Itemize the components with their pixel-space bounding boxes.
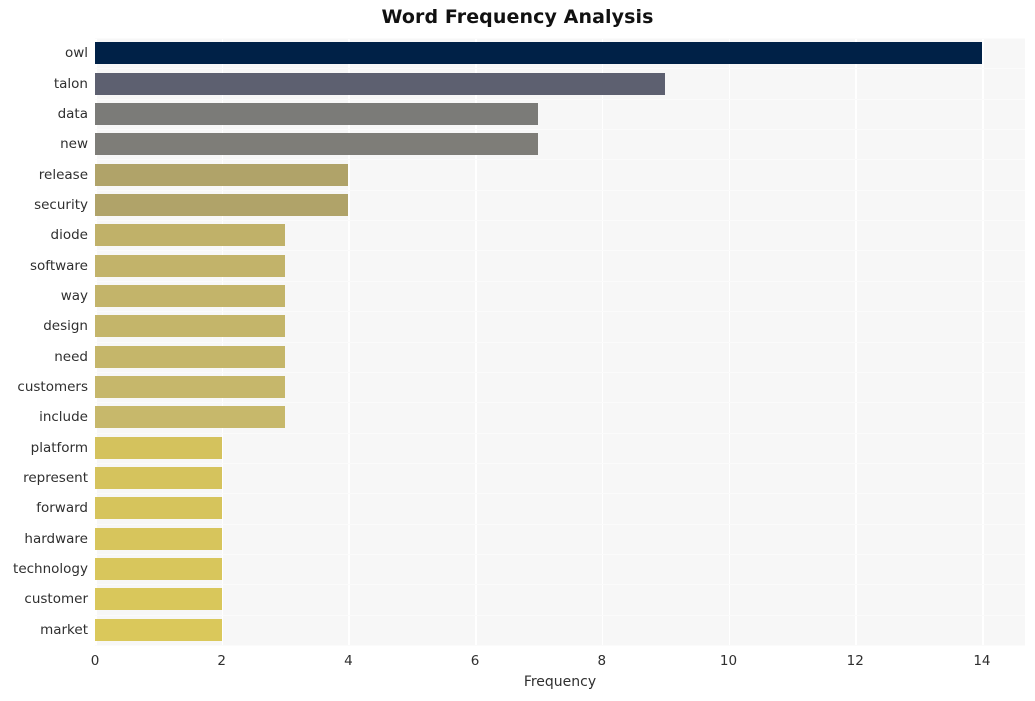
y-axis-tick-label: software [30, 257, 88, 274]
x-axis-tick-labels: 0 2 4 6 8 10 12 14 [91, 645, 1025, 675]
y-axis-tick-label: need [54, 348, 88, 365]
y-axis-tick-label: security [34, 196, 88, 213]
y-axis-tick-label: diode [50, 227, 88, 244]
bar [95, 254, 286, 277]
y-axis-tick-label: way [60, 287, 88, 304]
bar [95, 102, 539, 125]
chart-title: Word Frequency Analysis [381, 6, 654, 28]
x-axis-tick-label: 2 [217, 653, 226, 669]
y-axis-tick-label: owl [64, 45, 88, 62]
bar [95, 497, 222, 520]
x-axis-tick-label: 12 [846, 653, 864, 669]
bar [95, 436, 222, 459]
y-axis-tick-label: technology [13, 561, 88, 578]
y-axis-tick-label: customer [24, 591, 88, 608]
y-axis-tick-labels: owl talon data new release security diode softw… [0, 38, 88, 645]
y-axis-tick-label: hardware [24, 530, 88, 547]
y-axis-tick-label: forward [36, 500, 88, 517]
bar [95, 406, 286, 429]
x-axis-title: Frequency [523, 674, 597, 690]
x-axis-tick-label: 8 [597, 653, 607, 669]
y-axis-tick-label: customers [17, 379, 88, 396]
bar [95, 588, 222, 611]
y-axis-tick-label: platform [30, 439, 88, 456]
x-axis-tick-label: 6 [470, 653, 480, 669]
bar [95, 345, 286, 368]
x-axis-tick-label: 14 [973, 653, 991, 669]
y-axis-tick-label: new [60, 136, 88, 153]
x-axis-tick-label: 10 [719, 653, 738, 669]
bar [95, 193, 349, 216]
y-axis-tick-label: represent [23, 470, 88, 487]
bar [95, 315, 286, 338]
y-axis-tick-label: market [40, 621, 88, 638]
bar [95, 618, 222, 641]
bar [95, 133, 539, 156]
bar [95, 527, 222, 550]
bar [95, 376, 286, 399]
y-axis-tick-label: release [38, 166, 88, 183]
x-axis-tick-label: 4 [344, 653, 353, 669]
bar [95, 558, 222, 581]
bar [95, 163, 349, 186]
bar [95, 72, 666, 95]
x-axis-tick-label: 0 [90, 653, 100, 669]
bar [95, 42, 982, 65]
plot-area [95, 38, 1025, 646]
y-axis-tick-label: talon [53, 75, 88, 92]
bar [95, 467, 222, 490]
bar [95, 284, 286, 307]
bars-container [95, 38, 1025, 645]
y-axis-tick-label: data [57, 105, 88, 122]
bar [95, 224, 286, 247]
y-axis-tick-label: include [39, 409, 88, 426]
word-frequency-bar-chart: Word Frequency Analysis owl talon data new r… [0, 0, 1035, 701]
y-axis-tick-label: design [43, 318, 88, 335]
